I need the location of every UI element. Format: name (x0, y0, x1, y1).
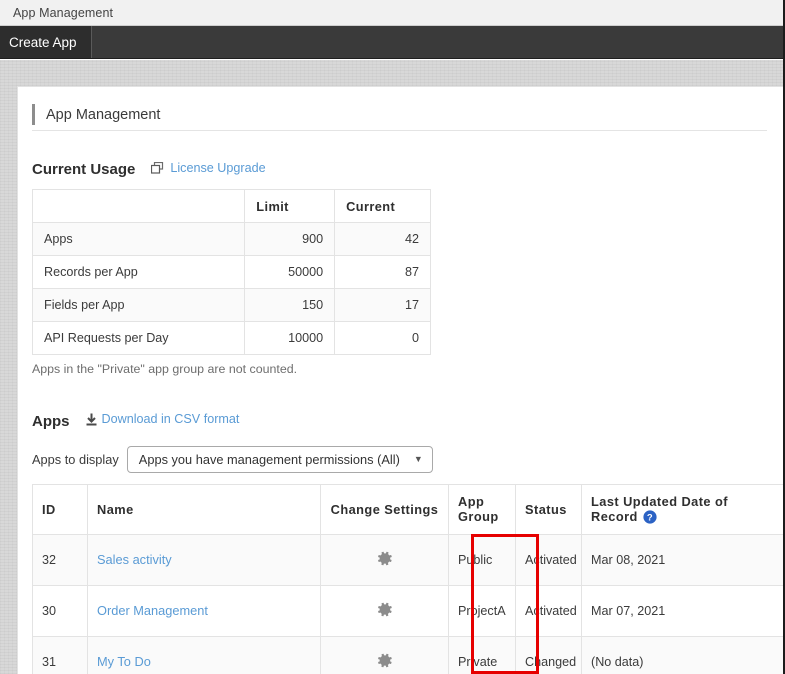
apps-header: Apps Download in CSV format (32, 412, 767, 430)
app-name-link[interactable]: Order Management (97, 603, 208, 618)
current-usage-table: Limit Current Apps 900 42 Records per Ap… (31, 189, 431, 355)
svg-text:?: ? (647, 512, 653, 523)
usage-header-row: Limit Current (31, 189, 431, 223)
external-window-icon (151, 161, 164, 174)
page-title-row: App Management (32, 101, 767, 131)
usage-col-blank (31, 189, 246, 223)
apps-heading: Apps (32, 412, 70, 430)
breadcrumb-bar: App Management (0, 0, 783, 26)
last-updated-date: Mar 08, 2021 (581, 533, 783, 586)
usage-row-current: 17 (334, 288, 431, 322)
app-name-cell: Sales activity (87, 533, 321, 586)
action-bar: Create App (0, 26, 783, 59)
status-badge: Changed (515, 635, 582, 674)
create-app-button[interactable]: Create App (0, 26, 92, 58)
usage-row-label: Fields per App (31, 288, 246, 322)
license-upgrade-link[interactable]: License Upgrade (151, 161, 266, 175)
apps-col-name: Name (87, 483, 321, 535)
app-id: 31 (32, 635, 88, 674)
apps-col-last-updated: Last Updated Date of Record? (581, 483, 783, 535)
table-row: API Requests per Day 10000 0 (31, 321, 431, 355)
apps-filter-row: Apps to display Apps you have management… (32, 445, 767, 473)
app-name-link[interactable]: Sales activity (97, 552, 172, 567)
table-row: Fields per App 150 17 (31, 288, 431, 322)
last-updated-date: (No data) (581, 635, 783, 674)
usage-row-current: 87 (334, 255, 431, 289)
action-bar-filler (92, 26, 783, 58)
usage-row-limit: 150 (244, 288, 336, 322)
change-settings-cell (320, 635, 449, 674)
gear-icon[interactable] (376, 550, 393, 567)
app-group: ProjectA (448, 584, 516, 637)
apps-header-row: ID Name Change Settings App Group Status… (32, 483, 783, 535)
app-group: Private (448, 635, 516, 674)
app-name-cell: Order Management (87, 584, 321, 637)
download-csv-link[interactable]: Download in CSV format (86, 412, 240, 426)
usage-row-current: 0 (334, 321, 431, 355)
table-row: 32 Sales activity Public Activated Mar 0… (32, 533, 783, 586)
last-updated-date: Mar 07, 2021 (581, 584, 783, 637)
apps-table: ID Name Change Settings App Group Status… (32, 483, 783, 674)
title-accent-bar (32, 104, 35, 125)
apps-col-id: ID (32, 483, 88, 535)
gear-icon[interactable] (376, 601, 393, 618)
apps-to-display-select[interactable]: Apps you have management permissions (Al… (126, 445, 433, 473)
app-group: Public (448, 533, 516, 586)
usage-note: Apps in the "Private" app group are not … (32, 362, 298, 376)
app-management-screen: App Management Create App App Management… (0, 0, 785, 674)
apps-col-app-group: App Group (448, 483, 516, 535)
change-settings-cell (320, 584, 449, 637)
status-badge: Activated (515, 584, 582, 637)
apps-table-wrap: ID Name Change Settings App Group Status… (32, 483, 783, 674)
breadcrumb: App Management (13, 5, 114, 20)
change-settings-cell (320, 533, 449, 586)
app-id: 32 (32, 533, 88, 586)
app-name-cell: My To Do (87, 635, 321, 674)
content-panel: App Management Current Usage License Upg… (17, 86, 783, 674)
app-name-link[interactable]: My To Do (97, 654, 151, 669)
usage-row-label: API Requests per Day (31, 321, 246, 355)
usage-row-current: 42 (334, 222, 431, 256)
app-id: 30 (32, 584, 88, 637)
usage-row-limit: 10000 (244, 321, 336, 355)
table-row: Records per App 50000 87 (31, 255, 431, 289)
usage-row-label: Records per App (31, 255, 246, 289)
download-icon (86, 413, 97, 426)
apps-col-last-updated-label: Last Updated Date of Record (591, 494, 728, 524)
usage-row-limit: 900 (244, 222, 336, 256)
apps-col-status: Status (515, 483, 582, 535)
table-row: 30 Order Management ProjectA Activated M… (32, 584, 783, 637)
usage-row-limit: 50000 (244, 255, 336, 289)
current-usage-heading: Current Usage (32, 161, 136, 178)
current-usage-header: Current Usage License Upgrade (32, 161, 767, 178)
status-badge: Activated (515, 533, 582, 586)
usage-col-limit: Limit (244, 189, 336, 223)
page-title: App Management (46, 106, 161, 123)
table-row: Apps 900 42 (31, 222, 431, 256)
gear-icon[interactable] (376, 652, 393, 669)
license-upgrade-label: License Upgrade (170, 161, 266, 175)
usage-row-label: Apps (31, 222, 246, 256)
table-row: 31 My To Do Private Changed (No data) (32, 635, 783, 674)
usage-col-current: Current (334, 189, 431, 223)
apps-filter-label: Apps to display (32, 451, 119, 467)
download-csv-label: Download in CSV format (101, 412, 240, 426)
question-help-icon[interactable]: ? (643, 510, 657, 524)
apps-to-display-value: Apps you have management permissions (Al… (138, 451, 400, 467)
chevron-down-icon: ▼ (413, 453, 423, 464)
apps-col-change-settings: Change Settings (320, 483, 449, 535)
